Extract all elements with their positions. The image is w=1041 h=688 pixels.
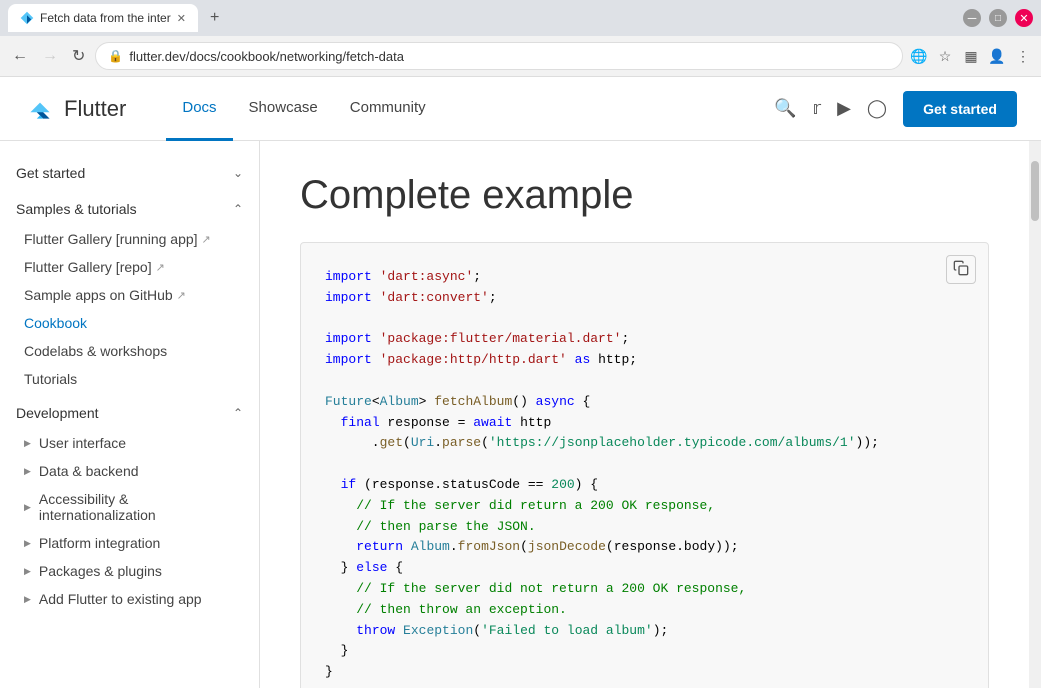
close-tab-icon[interactable]: ✕ bbox=[177, 12, 186, 25]
profile-icon[interactable]: 👤 bbox=[987, 46, 1007, 66]
sidebar-item-accessibility[interactable]: Accessibility & internationalization bbox=[0, 485, 259, 529]
sidebar-item-gallery-repo-label: Flutter Gallery [repo] bbox=[24, 259, 152, 275]
sidebar-item-platform[interactable]: Platform integration bbox=[0, 529, 259, 557]
new-tab-button[interactable]: + bbox=[202, 9, 227, 27]
main-content: Complete example import 'dart:async'; im… bbox=[260, 141, 1029, 688]
search-icon[interactable]: 🔍 bbox=[774, 98, 796, 119]
chevron-up-icon: ⌃ bbox=[233, 202, 243, 216]
sidebar-item-sample-apps-label: Sample apps on GitHub bbox=[24, 287, 173, 303]
scrollbar-track[interactable] bbox=[1029, 141, 1041, 688]
sidebar-item-codelabs[interactable]: Codelabs & workshops bbox=[0, 337, 259, 365]
sidebar-item-tutorials[interactable]: Tutorials bbox=[0, 365, 259, 393]
tab-title: Fetch data from the inter bbox=[40, 11, 171, 25]
page-heading: Complete example bbox=[300, 173, 989, 218]
sidebar-item-cookbook[interactable]: Cookbook bbox=[0, 309, 259, 337]
content-area: Get started ⌄ Samples & tutorials ⌃ Flut… bbox=[0, 141, 1041, 688]
sidebar-item-gallery-repo[interactable]: Flutter Gallery [repo] ↗ bbox=[0, 253, 259, 281]
youtube-icon[interactable]: ▶ bbox=[837, 98, 851, 119]
scrollbar-thumb[interactable] bbox=[1031, 161, 1039, 221]
nav-community[interactable]: Community bbox=[334, 77, 442, 141]
sidebar-section-development: Development ⌃ User interface Data & back… bbox=[0, 397, 259, 613]
external-link-icon-2: ↗ bbox=[156, 261, 165, 274]
external-link-icon: ↗ bbox=[202, 233, 211, 246]
sidebar-item-codelabs-label: Codelabs & workshops bbox=[24, 343, 167, 359]
sidebar-item-sample-apps[interactable]: Sample apps on GitHub ↗ bbox=[0, 281, 259, 309]
flutter-logo-icon bbox=[24, 93, 56, 125]
logo[interactable]: Flutter bbox=[24, 93, 126, 125]
bookmark-icon[interactable]: ☆ bbox=[935, 46, 955, 66]
logo-text: Flutter bbox=[64, 96, 126, 122]
sidebar-item-gallery-app-label: Flutter Gallery [running app] bbox=[24, 231, 198, 247]
get-started-button[interactable]: Get started bbox=[903, 91, 1017, 127]
chevron-down-icon: ⌄ bbox=[233, 166, 243, 180]
sidebar-item-accessibility-label: Accessibility & internationalization bbox=[39, 491, 243, 523]
sidebar-item-platform-label: Platform integration bbox=[39, 535, 160, 551]
flutter-favicon bbox=[20, 11, 34, 25]
close-window-icon[interactable]: ✕ bbox=[1015, 9, 1033, 27]
github-icon[interactable]: ◯ bbox=[867, 98, 887, 119]
code-content: import 'dart:async'; import 'dart:conver… bbox=[325, 267, 964, 683]
back-button[interactable]: ← bbox=[8, 43, 32, 69]
chevron-up-icon-dev: ⌃ bbox=[233, 406, 243, 420]
site-nav: Docs Showcase Community bbox=[166, 77, 774, 141]
sidebar-section-samples: Samples & tutorials ⌃ Flutter Gallery [r… bbox=[0, 193, 259, 393]
sidebar-item-cookbook-label: Cookbook bbox=[24, 315, 87, 331]
twitter-icon[interactable]: 𝕣 bbox=[812, 98, 821, 119]
forward-button[interactable]: → bbox=[38, 43, 62, 69]
sidebar-samples-label: Samples & tutorials bbox=[16, 201, 137, 217]
nav-docs[interactable]: Docs bbox=[166, 77, 232, 141]
sidebar-get-started-header[interactable]: Get started ⌄ bbox=[0, 157, 259, 189]
browser-tab[interactable]: Fetch data from the inter ✕ bbox=[8, 4, 198, 32]
header-actions: 🔍 𝕣 ▶ ◯ Get started bbox=[774, 91, 1017, 127]
sidebar-item-tutorials-label: Tutorials bbox=[24, 371, 77, 387]
sidebar-item-gallery-app[interactable]: Flutter Gallery [running app] ↗ bbox=[0, 225, 259, 253]
sidebar-item-data-label: Data & backend bbox=[39, 463, 139, 479]
address-bar-input[interactable]: 🔒 flutter.dev/docs/cookbook/networking/f… bbox=[95, 42, 903, 70]
translate-icon[interactable]: 🌐 bbox=[909, 46, 929, 66]
sidebar-item-add-flutter-label: Add Flutter to existing app bbox=[39, 591, 202, 607]
sidebar-get-started-label: Get started bbox=[16, 165, 85, 181]
sidebar-item-packages[interactable]: Packages & plugins bbox=[0, 557, 259, 585]
restore-icon[interactable]: □ bbox=[989, 9, 1007, 27]
sidebar-item-ui-label: User interface bbox=[39, 435, 126, 451]
sidebar: Get started ⌄ Samples & tutorials ⌃ Flut… bbox=[0, 141, 260, 688]
sidebar-item-packages-label: Packages & plugins bbox=[39, 563, 162, 579]
copy-code-button[interactable] bbox=[946, 255, 976, 284]
nav-showcase[interactable]: Showcase bbox=[233, 77, 334, 141]
sidebar-development-label: Development bbox=[16, 405, 99, 421]
sidebar-item-data-backend[interactable]: Data & backend bbox=[0, 457, 259, 485]
lock-icon: 🔒 bbox=[108, 49, 123, 63]
sidebar-section-get-started: Get started ⌄ bbox=[0, 157, 259, 189]
code-block: import 'dart:async'; import 'dart:conver… bbox=[300, 242, 989, 688]
site-header: Flutter Docs Showcase Community 🔍 𝕣 ▶ ◯ … bbox=[0, 77, 1041, 141]
extensions-icon[interactable]: ▦ bbox=[961, 46, 981, 66]
sidebar-development-header[interactable]: Development ⌃ bbox=[0, 397, 259, 429]
url-display: flutter.dev/docs/cookbook/networking/fet… bbox=[129, 49, 404, 64]
sidebar-samples-header[interactable]: Samples & tutorials ⌃ bbox=[0, 193, 259, 225]
sidebar-item-add-flutter[interactable]: Add Flutter to existing app bbox=[0, 585, 259, 613]
menu-icon[interactable]: ⋮ bbox=[1013, 46, 1033, 66]
external-link-icon-3: ↗ bbox=[177, 289, 186, 302]
minimize-icon[interactable]: ─ bbox=[963, 9, 981, 27]
sidebar-item-user-interface[interactable]: User interface bbox=[0, 429, 259, 457]
reload-button[interactable]: ↻ bbox=[68, 42, 89, 70]
